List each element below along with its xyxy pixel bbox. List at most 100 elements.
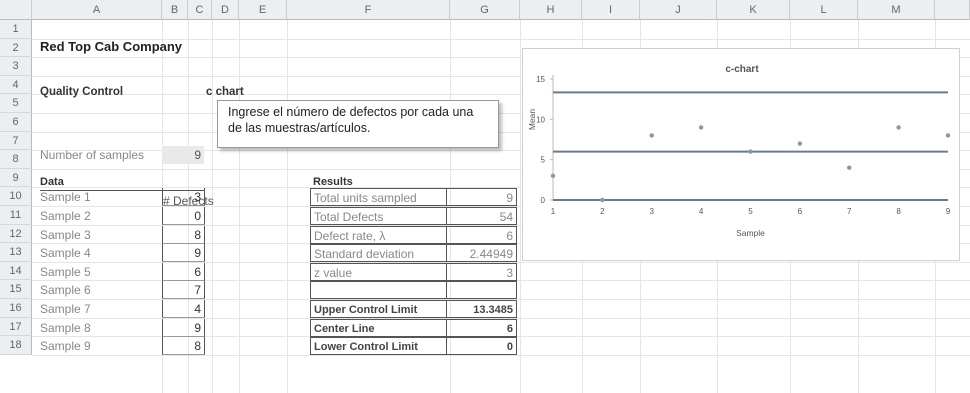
comment-callout[interactable]: Ingrese el número de defectos por cada u… (217, 100, 499, 148)
sample-label[interactable]: Sample 8 (40, 319, 160, 337)
column-header-a[interactable]: A (32, 0, 162, 20)
sample-defects-cell[interactable]: 3 (162, 188, 205, 207)
sample-label[interactable]: Sample 2 (40, 207, 160, 225)
row-header-5[interactable]: 5 (0, 94, 32, 113)
column-gridline (287, 20, 288, 393)
column-header-l[interactable]: L (790, 0, 858, 20)
column-header-b[interactable]: B (162, 0, 188, 20)
sample-label[interactable]: Sample 4 (40, 244, 160, 262)
sample-label[interactable]: Sample 6 (40, 281, 160, 299)
row-header-1[interactable]: 1 (0, 20, 32, 39)
row-header-7[interactable]: 7 (0, 131, 32, 151)
data-point (847, 165, 852, 170)
row-header-11[interactable]: 11 (0, 206, 32, 225)
column-header-k[interactable]: K (717, 0, 790, 20)
select-all-corner[interactable] (0, 0, 32, 20)
column-header-e[interactable]: E (239, 0, 287, 20)
data-point (698, 125, 704, 130)
result-label[interactable]: Defect rate, λ (310, 225, 447, 244)
row-header-16[interactable]: 16 (0, 299, 32, 318)
limit-label[interactable]: Lower Control Limit (310, 337, 447, 356)
column-gridline (239, 20, 240, 393)
sample-label[interactable]: Sample 1 (40, 188, 160, 206)
y-axis-label: Mean (527, 109, 537, 131)
x-tick-label: 1 (551, 207, 556, 216)
sample-label[interactable]: Sample 7 (40, 300, 160, 318)
sample-defects-cell[interactable]: 4 (162, 300, 205, 318)
column-header-g[interactable]: G (450, 0, 520, 20)
x-tick-label: 3 (650, 207, 655, 216)
x-axis-label: Sample (736, 228, 765, 238)
column-header-d[interactable]: D (212, 0, 239, 20)
column-header-h[interactable]: H (520, 0, 582, 20)
data-point (748, 149, 753, 154)
row-header-9[interactable]: 9 (0, 168, 32, 188)
result-label[interactable]: Total units sampled (310, 188, 447, 207)
column-header-extra[interactable] (935, 0, 970, 20)
sample-defects-cell[interactable]: 0 (162, 207, 205, 225)
row-header-2[interactable]: 2 (0, 38, 32, 58)
sample-defects-cell[interactable]: 9 (162, 244, 205, 263)
data-point (600, 197, 605, 203)
column-header-f[interactable]: F (287, 0, 450, 20)
sample-defects-cell[interactable]: 7 (162, 281, 205, 300)
result-value[interactable]: 9 (447, 188, 517, 207)
y-tick-label: 0 (541, 196, 546, 205)
row-header-13[interactable]: 13 (0, 243, 32, 262)
limit-value[interactable]: 13.3485 (447, 300, 517, 318)
sample-defects-cell[interactable]: 8 (162, 225, 205, 244)
x-tick-label: 8 (896, 207, 901, 216)
sample-label[interactable]: Sample 3 (40, 226, 160, 244)
row-header-12[interactable]: 12 (0, 224, 32, 244)
result-value[interactable]: 54 (447, 207, 517, 225)
limit-label[interactable]: Center Line (310, 318, 447, 337)
limit-label[interactable]: Upper Control Limit (310, 300, 447, 318)
sample-defects-cell[interactable]: 9 (162, 318, 205, 337)
x-tick-label: 2 (600, 207, 605, 216)
sample-defects-cell[interactable]: 8 (162, 337, 205, 356)
result-value[interactable]: 6 (447, 225, 517, 244)
chart-title: c-chart (725, 64, 759, 75)
section-label[interactable]: Quality Control (40, 83, 170, 101)
x-tick-label: 4 (699, 207, 704, 216)
row-header-8[interactable]: 8 (0, 150, 32, 169)
sheet-title[interactable]: Red Top Cab Company (40, 38, 240, 56)
column-header-j[interactable]: J (640, 0, 717, 20)
row-header-17[interactable]: 17 (0, 317, 32, 337)
result-label[interactable]: Standard deviation (310, 244, 447, 263)
data-point (945, 133, 951, 138)
result-value[interactable] (447, 281, 517, 300)
samples-value[interactable]: 9 (162, 146, 204, 164)
data-point (896, 125, 901, 130)
samples-label[interactable]: Number of samples (40, 146, 162, 164)
limit-value[interactable]: 0 (447, 337, 517, 356)
data-point (649, 133, 654, 138)
chart-type-label[interactable]: c chart (206, 83, 266, 101)
row-header-6[interactable]: 6 (0, 113, 32, 132)
row-header-10[interactable]: 10 (0, 187, 32, 206)
row-header-3[interactable]: 3 (0, 57, 32, 76)
row-header-14[interactable]: 14 (0, 261, 32, 281)
column-header-i[interactable]: I (582, 0, 640, 20)
x-tick-label: 6 (798, 207, 803, 216)
result-value[interactable]: 2.44949 (447, 244, 517, 263)
sample-label[interactable]: Sample 5 (40, 263, 160, 281)
c-chart[interactable]: c-chart 0 5 10 15 1 2 3 4 5 6 7 8 9 Sample Mean (522, 48, 960, 261)
result-label[interactable]: Total Defects (310, 207, 447, 225)
row-header-18[interactable]: 18 (0, 336, 32, 355)
sample-label[interactable]: Sample 9 (40, 337, 160, 355)
limit-value[interactable]: 6 (447, 318, 517, 337)
result-label[interactable]: z value (310, 262, 447, 281)
result-label[interactable] (310, 281, 447, 300)
y-tick-label: 15 (536, 75, 545, 84)
column-header-c[interactable]: C (188, 0, 212, 20)
result-value[interactable]: 3 (447, 262, 517, 281)
data-point (550, 173, 556, 178)
x-tick-label: 7 (847, 207, 852, 216)
row-header-15[interactable]: 15 (0, 280, 32, 299)
y-tick-label: 10 (536, 115, 545, 124)
sample-defects-cell[interactable]: 6 (162, 262, 205, 281)
column-header-m[interactable]: M (858, 0, 935, 20)
row-header-4[interactable]: 4 (0, 75, 32, 95)
spreadsheet[interactable]: ABCDEFGHIJKLM 1 2 3 4 5 6 7 8 9 10 11 12 13 14 15 16 17 1… (0, 0, 970, 393)
